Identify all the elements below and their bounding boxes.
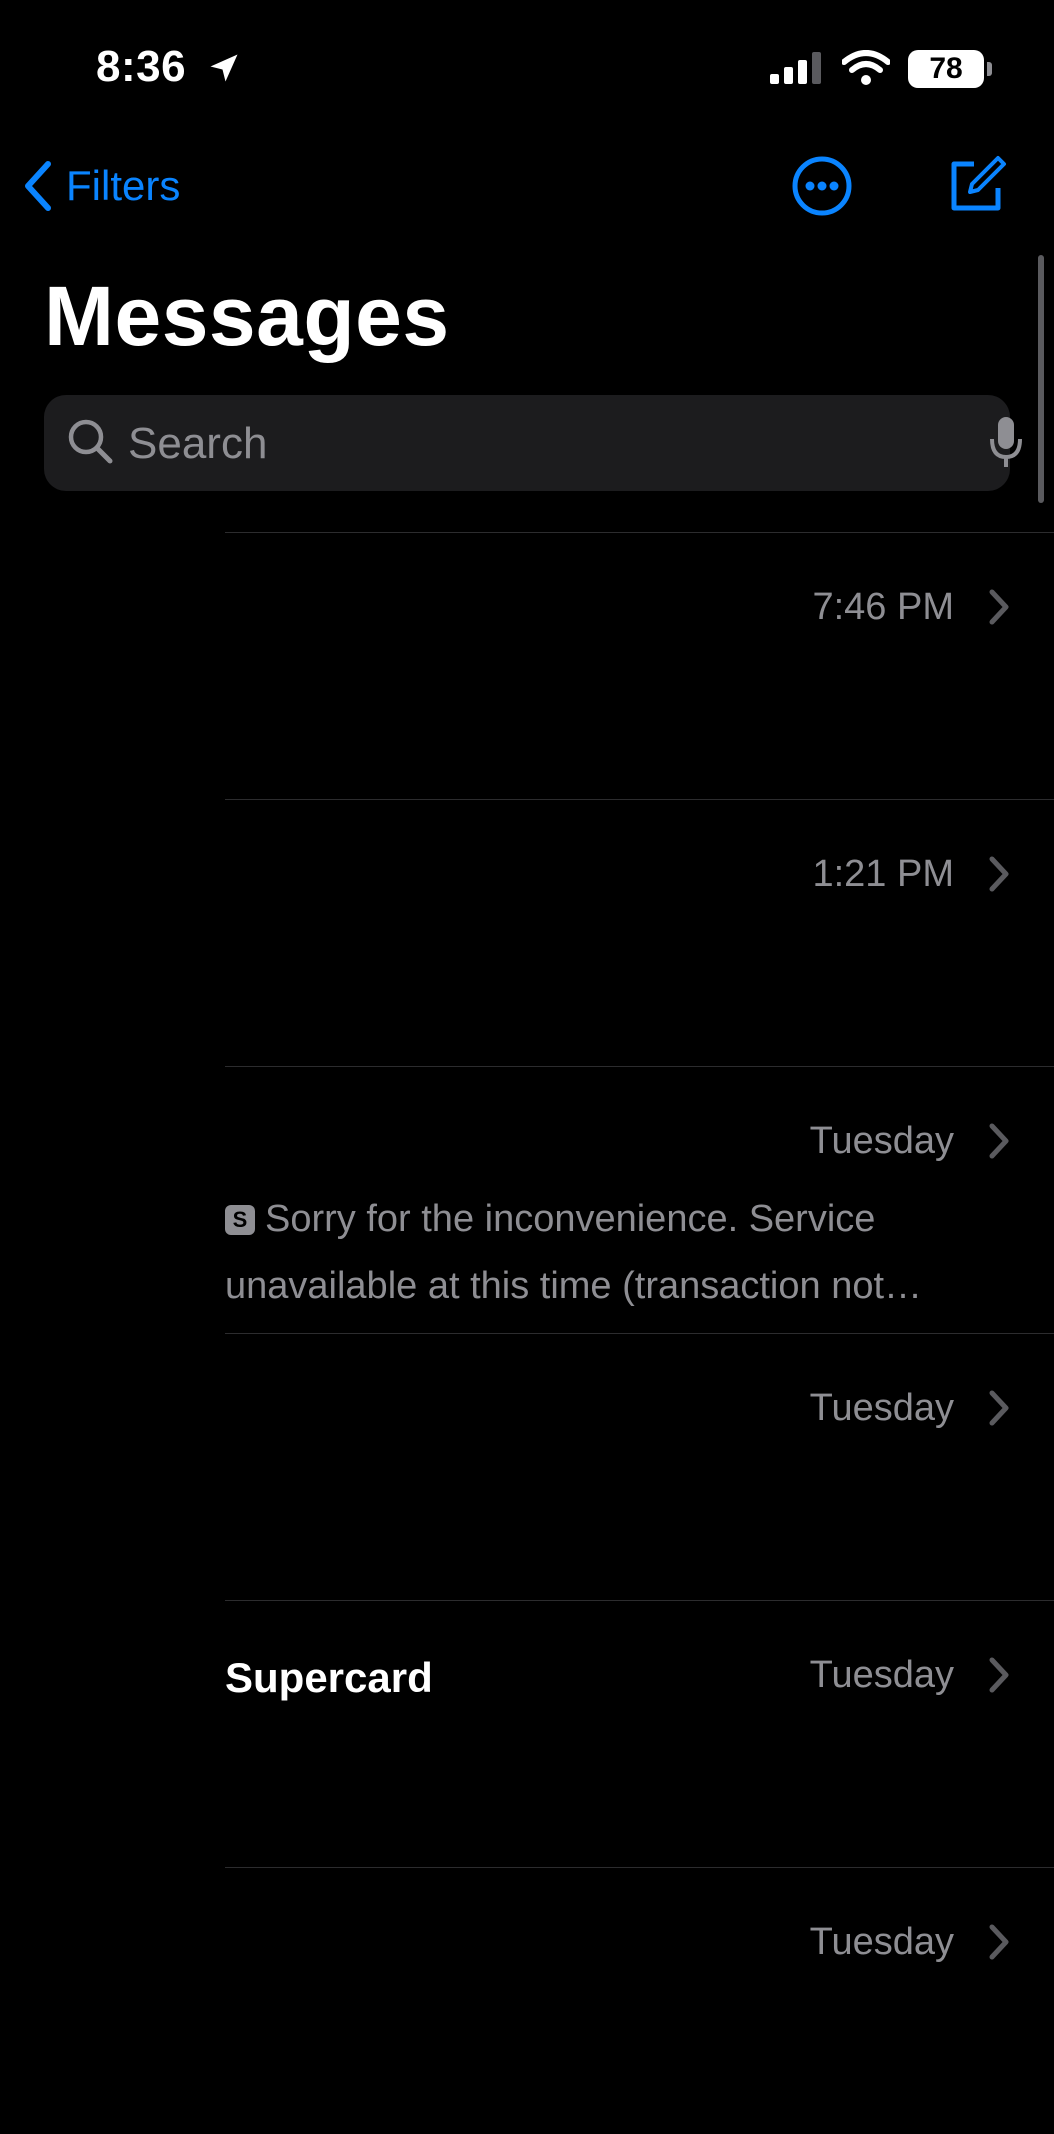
row-separator xyxy=(225,799,1054,800)
battery-icon: 78 xyxy=(908,50,984,88)
row-separator xyxy=(225,532,1054,533)
chevron-left-icon xyxy=(25,161,51,211)
chevron-right-icon xyxy=(989,1123,1009,1159)
conversation-row[interactable]: Tuesday xyxy=(0,1867,1054,2134)
chevron-right-icon xyxy=(989,1657,1009,1693)
more-options-button[interactable] xyxy=(790,154,854,223)
chevron-right-icon xyxy=(989,856,1009,892)
status-time: 8:36 xyxy=(96,42,187,91)
spam-badge-icon: S xyxy=(225,1205,255,1235)
conversation-row[interactable]: Supercard Tuesday xyxy=(0,1600,1054,1867)
compose-button[interactable] xyxy=(944,154,1008,223)
conversation-date: Tuesday xyxy=(809,1120,954,1162)
chevron-right-icon xyxy=(989,1924,1009,1960)
wifi-icon xyxy=(841,50,891,91)
conversation-row[interactable]: 7:46 PM xyxy=(0,532,1054,799)
back-label: Filters xyxy=(66,162,181,209)
preview-text: Sorry for the inconvenience. Service una… xyxy=(225,1198,923,1307)
filters-back-button[interactable]: Filters xyxy=(22,160,180,212)
row-separator xyxy=(225,1066,1054,1067)
conversation-preview: S Sorry for the inconvenience. Service un… xyxy=(225,1186,985,1320)
search-field[interactable]: Search xyxy=(44,395,1022,491)
chevron-right-icon xyxy=(989,589,1009,625)
row-separator xyxy=(225,1867,1054,1868)
ellipsis-circle-icon xyxy=(792,156,852,216)
conversation-list: 7:46 PM 1:21 PM Tuesday S Sorry for the i… xyxy=(0,532,1054,2134)
search-placeholder: Search xyxy=(128,419,268,468)
row-separator xyxy=(225,1333,1054,1334)
row-separator xyxy=(225,1600,1054,1601)
conversation-name: Supercard xyxy=(225,1654,433,1701)
scrollbar[interactable] xyxy=(1038,255,1044,503)
conversation-date: 7:46 PM xyxy=(812,586,954,628)
battery-tip xyxy=(987,62,992,76)
cellular-signal-icon xyxy=(770,52,826,93)
page-title: Messages xyxy=(44,269,450,363)
conversation-row[interactable]: Tuesday S Sorry for the inconvenience. Se… xyxy=(0,1066,1054,1333)
search-icon xyxy=(66,417,114,474)
conversation-date: Tuesday xyxy=(809,1387,954,1429)
chevron-right-icon xyxy=(989,1390,1009,1426)
location-arrow-icon xyxy=(206,50,242,91)
microphone-icon[interactable] xyxy=(988,415,1024,476)
conversation-date: Tuesday xyxy=(809,1654,954,1696)
conversation-date: Tuesday xyxy=(809,1921,954,1963)
compose-icon xyxy=(951,156,1006,211)
conversation-date: 1:21 PM xyxy=(812,853,954,895)
navigation-bar: Filters xyxy=(0,140,1054,240)
conversation-row[interactable]: Tuesday xyxy=(0,1333,1054,1600)
status-bar: 8:36 78 xyxy=(0,0,1054,140)
conversation-row[interactable]: 1:21 PM xyxy=(0,799,1054,1066)
